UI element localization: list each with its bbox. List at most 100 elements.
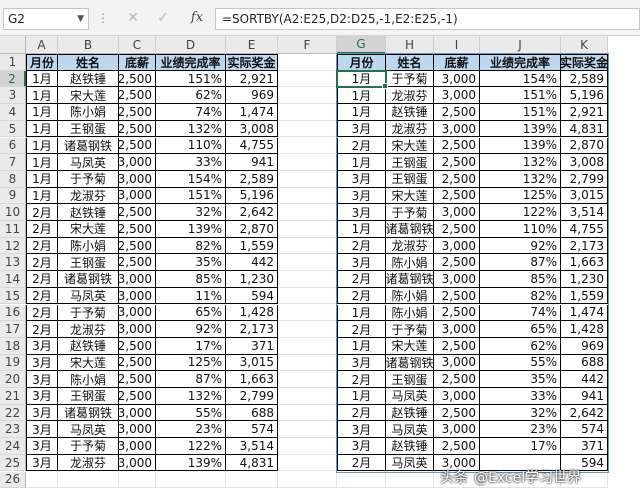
sorted-table-cell[interactable]: 371: [561, 438, 608, 455]
sorted-table-cell[interactable]: 1,663: [561, 254, 608, 272]
sorted-table-cell[interactable]: 139%: [480, 120, 561, 138]
sorted-table-cell[interactable]: 2月: [337, 137, 386, 155]
sorted-table-cell[interactable]: 55%: [480, 354, 561, 372]
select-all-corner[interactable]: [0, 36, 26, 54]
sorted-table-cell[interactable]: 3,000: [434, 237, 480, 255]
source-table-cell[interactable]: 2,642: [226, 204, 278, 221]
sorted-table-cell[interactable]: 3,000: [434, 120, 480, 138]
source-table-header-cell[interactable]: 月份: [26, 54, 58, 71]
row-header-21[interactable]: 21: [0, 388, 26, 405]
source-table-cell[interactable]: 王钢蛋: [58, 388, 119, 405]
sorted-table-cell[interactable]: 1,230: [561, 271, 608, 288]
sorted-table-cell[interactable]: 王钢蛋: [386, 371, 434, 388]
sorted-table-cell[interactable]: 3,514: [561, 204, 608, 221]
source-table-cell[interactable]: 154%: [156, 170, 226, 188]
sorted-table-cell[interactable]: 1月: [337, 70, 386, 88]
sorted-table-header-cell[interactable]: 月份: [337, 54, 386, 71]
source-table-cell[interactable]: 122%: [156, 438, 226, 455]
source-table-cell[interactable]: 2,500: [119, 120, 156, 138]
source-table-cell[interactable]: 3,000: [119, 321, 156, 338]
empty-cell[interactable]: [278, 371, 337, 388]
source-table-cell[interactable]: 2,870: [226, 221, 278, 238]
sorted-table-cell[interactable]: 3,000: [434, 388, 480, 405]
source-table-cell[interactable]: 3月: [26, 337, 58, 355]
column-header-h[interactable]: H: [386, 36, 434, 54]
empty-cell[interactable]: [226, 471, 278, 489]
sorted-table-cell[interactable]: 2,921: [561, 104, 608, 121]
row-header-4[interactable]: 4: [0, 104, 26, 121]
empty-cell[interactable]: [278, 304, 337, 322]
sorted-table-cell[interactable]: 2,500: [434, 337, 480, 355]
source-table-header-cell[interactable]: 底薪: [119, 54, 156, 71]
row-header-23[interactable]: 23: [0, 421, 26, 439]
empty-cell[interactable]: [156, 471, 226, 489]
empty-cell[interactable]: [278, 321, 337, 338]
empty-cell[interactable]: [278, 337, 337, 355]
row-header-7[interactable]: 7: [0, 154, 26, 171]
source-table-cell[interactable]: 宋大莲: [58, 354, 119, 372]
source-table-cell[interactable]: 3月: [26, 454, 58, 472]
empty-cell[interactable]: [278, 471, 337, 489]
sorted-table-cell[interactable]: 1月: [337, 388, 386, 405]
sorted-table-cell[interactable]: 4,831: [561, 120, 608, 138]
source-table-cell[interactable]: 3,000: [119, 304, 156, 322]
sorted-table-cell[interactable]: 3月: [337, 438, 386, 455]
source-table-cell[interactable]: 宋大莲: [58, 221, 119, 238]
source-table-cell[interactable]: 371: [226, 337, 278, 355]
sorted-table-cell[interactable]: 5,196: [561, 87, 608, 105]
source-table-cell[interactable]: 3,000: [119, 170, 156, 188]
source-table-cell[interactable]: 2,500: [119, 104, 156, 121]
sorted-table-cell[interactable]: 35%: [480, 371, 561, 388]
source-table-cell[interactable]: 85%: [156, 271, 226, 288]
more-options-icon[interactable]: ⋮: [97, 8, 109, 28]
sorted-table-cell[interactable]: 2月: [337, 371, 386, 388]
sorted-table-cell[interactable]: 宋大莲: [386, 337, 434, 355]
source-table-cell[interactable]: 于予菊: [58, 304, 119, 322]
sorted-table-cell[interactable]: 92%: [480, 237, 561, 255]
source-table-cell[interactable]: 3,008: [226, 120, 278, 138]
source-table-cell[interactable]: 2月: [26, 321, 58, 338]
source-table-cell[interactable]: 5,196: [226, 187, 278, 205]
sorted-table-cell[interactable]: 139%: [480, 137, 561, 155]
row-header-14[interactable]: 14: [0, 271, 26, 288]
source-table-cell[interactable]: 1月: [26, 104, 58, 121]
empty-cell[interactable]: [278, 271, 337, 288]
sorted-table-cell[interactable]: 3,000: [434, 354, 480, 372]
source-table-cell[interactable]: 3,000: [119, 271, 156, 288]
column-header-j[interactable]: J: [480, 36, 561, 54]
source-table-cell[interactable]: 2,500: [119, 137, 156, 155]
source-table-cell[interactable]: 11%: [156, 287, 226, 305]
source-table-cell[interactable]: 17%: [156, 337, 226, 355]
sorted-table-cell[interactable]: 122%: [480, 204, 561, 221]
source-table-cell[interactable]: 1,559: [226, 237, 278, 255]
source-table-cell[interactable]: 151%: [156, 187, 226, 205]
source-table-cell[interactable]: 442: [226, 254, 278, 272]
sorted-table-cell[interactable]: 2,500: [434, 137, 480, 155]
source-table-cell[interactable]: 3月: [26, 438, 58, 455]
source-table-cell[interactable]: 3月: [26, 388, 58, 405]
sorted-table-cell[interactable]: 3,000: [434, 271, 480, 288]
enter-icon[interactable]: ✓: [152, 9, 174, 27]
sorted-table-cell[interactable]: 1月: [337, 154, 386, 171]
source-table-cell[interactable]: 2,500: [119, 337, 156, 355]
sorted-table-cell[interactable]: 32%: [480, 404, 561, 422]
empty-cell[interactable]: [119, 471, 156, 489]
sorted-table-cell[interactable]: 2,500: [434, 187, 480, 205]
source-table-cell[interactable]: 陈小娟: [58, 237, 119, 255]
source-table-cell[interactable]: 2月: [26, 204, 58, 221]
sorted-table-cell[interactable]: 3月: [337, 204, 386, 221]
fill-handle[interactable]: [382, 83, 388, 90]
sorted-table-cell[interactable]: 154%: [480, 70, 561, 88]
row-header-16[interactable]: 16: [0, 304, 26, 322]
empty-cell[interactable]: [278, 87, 337, 105]
source-table-header-cell[interactable]: 姓名: [58, 54, 119, 71]
row-header-1[interactable]: 1: [0, 54, 26, 71]
sorted-table-cell[interactable]: 诸葛钢铁: [386, 271, 434, 288]
sorted-table-cell[interactable]: 3,015: [561, 187, 608, 205]
column-header-f[interactable]: F: [278, 36, 337, 54]
source-table-cell[interactable]: 55%: [156, 404, 226, 422]
column-header-i[interactable]: I: [434, 36, 480, 54]
source-table-cell[interactable]: 诸葛钢铁: [58, 404, 119, 422]
row-header-22[interactable]: 22: [0, 404, 26, 422]
source-table-cell[interactable]: 马凤英: [58, 154, 119, 171]
